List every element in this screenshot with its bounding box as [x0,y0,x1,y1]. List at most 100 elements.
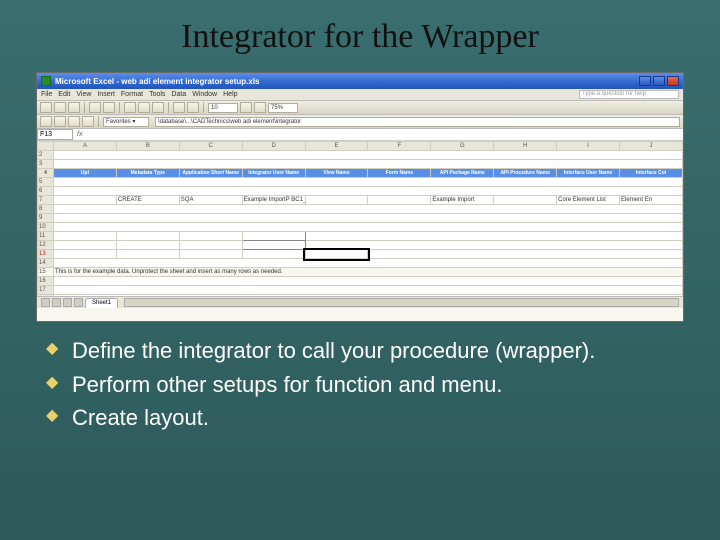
row-header[interactable]: 18 [38,295,54,297]
row-header[interactable]: 15 [38,268,54,277]
col-header[interactable]: H [494,142,557,151]
italic-icon[interactable] [254,102,266,113]
row-header[interactable]: 6 [38,187,54,196]
toolbar-separator [119,102,120,113]
hdr-upl: Upl [54,169,117,178]
col-header[interactable]: C [179,142,242,151]
cell-app[interactable]: SQA [179,196,242,205]
row-header[interactable]: 7 [38,196,54,205]
zoom-field[interactable]: 75% [268,103,298,113]
note-text: This is for the example data. Unprotect … [54,268,683,277]
col-header[interactable]: B [116,142,179,151]
maximize-button[interactable] [653,76,665,86]
slide-root: Integrator for the Wrapper Microsoft Exc… [0,0,720,540]
cell-iface-col[interactable]: Element En [620,196,683,205]
paste-icon[interactable] [152,102,164,113]
menu-data[interactable]: Data [171,91,186,98]
name-box[interactable]: F13 [37,129,73,140]
col-header[interactable]: A [54,142,117,151]
close-button[interactable] [667,76,679,86]
cell-api-pkg[interactable]: Example Import [431,196,494,205]
row-header[interactable]: 9 [38,214,54,223]
copy-icon[interactable] [138,102,150,113]
minimize-button[interactable] [639,76,651,86]
row-header[interactable]: 3 [38,160,54,169]
bullet-list: Define the integrator to call your proce… [46,336,674,433]
col-header[interactable]: J [620,142,683,151]
col-header[interactable]: D [242,142,305,151]
hdr-iface-user: Interface User Name [557,169,620,178]
row-header[interactable]: 14 [38,259,54,268]
font-size-field[interactable]: 10 [208,103,238,113]
bold-icon[interactable] [240,102,252,113]
cell-integrator[interactable]: Example ImportP BC1_ROW example PBC1_ROW… [242,196,305,205]
toolbar-separator [203,102,204,113]
col-header[interactable]: G [431,142,494,151]
next-sheet-icon[interactable] [63,298,72,307]
row-header[interactable]: 13 [38,250,54,259]
window-title-text: Microsoft Excel - web adi element integr… [55,77,260,86]
hdr-view: View Name [305,169,368,178]
fx-icon[interactable]: fx [77,131,82,138]
print-icon[interactable] [89,102,101,113]
window-titlebar[interactable]: Microsoft Excel - web adi element integr… [37,73,683,89]
formula-bar: F13 fx [37,129,683,141]
sheet-tab[interactable]: Sheet1 [85,298,118,308]
toolbar-separator [98,116,99,127]
menu-window[interactable]: Window [192,91,217,98]
menu-edit[interactable]: Edit [58,91,70,98]
menu-format[interactable]: Format [121,91,143,98]
help-search-input[interactable]: Type a question for help [579,90,679,99]
menu-insert[interactable]: Insert [97,91,115,98]
row-header[interactable]: 11 [38,232,54,241]
row-header[interactable]: 8 [38,205,54,214]
active-cell[interactable] [305,250,368,259]
hdr-api-pkg: API Package Name [431,169,494,178]
menu-view[interactable]: View [76,91,91,98]
hdr-iface-col: Interface Col [620,169,683,178]
slide-title: Integrator for the Wrapper [0,18,720,56]
first-sheet-icon[interactable] [41,298,50,307]
row-header[interactable]: 2 [38,151,54,160]
hdr-app-short: Application Short Name [179,169,242,178]
col-header[interactable]: I [557,142,620,151]
spreadsheet-grid[interactable]: A B C D E F G H I J 2 3 4 Upl Metadata T… [37,141,683,296]
tool-icon[interactable] [68,116,80,127]
row-header[interactable]: 12 [38,241,54,250]
data-row: 7 CREATE SQA Example ImportP BC1_ROW exa… [38,196,683,205]
col-header[interactable]: F [368,142,431,151]
excel-icon [41,76,51,86]
cell-iface-user[interactable]: Core Element List [557,196,620,205]
select-all-corner[interactable] [38,142,54,151]
table-header-row: 4 Upl Metadata Type Application Short Na… [38,169,683,178]
menu-help[interactable]: Help [223,91,237,98]
preview-icon[interactable] [103,102,115,113]
row-header[interactable]: 17 [38,286,54,295]
open-icon[interactable] [54,102,66,113]
cell-metadata[interactable]: CREATE [116,196,179,205]
horizontal-scrollbar[interactable] [124,298,679,307]
undo-icon[interactable] [173,102,185,113]
prev-sheet-icon[interactable] [52,298,61,307]
col-header[interactable]: E [305,142,368,151]
tool-icon[interactable] [40,116,52,127]
cut-icon[interactable] [124,102,136,113]
excel-screenshot: Microsoft Excel - web adi element integr… [36,72,684,322]
save-icon[interactable] [68,102,80,113]
last-sheet-icon[interactable] [74,298,83,307]
bullet-item: Define the integrator to call your proce… [46,336,674,366]
tool-icon[interactable] [82,116,94,127]
row-header[interactable]: 5 [38,178,54,187]
hdr-api-proc: API Procedure Name [494,169,557,178]
favorites-label[interactable]: Favorites ▾ [103,117,149,127]
row-header[interactable]: 16 [38,277,54,286]
standard-toolbar: 10 75% [37,101,683,115]
path-field[interactable]: \database\...\CADTechnics\web adi elemen… [155,117,680,127]
new-icon[interactable] [40,102,52,113]
menu-tools[interactable]: Tools [149,91,165,98]
tool-icon[interactable] [54,116,66,127]
redo-icon[interactable] [187,102,199,113]
menu-file[interactable]: File [41,91,52,98]
row-header[interactable]: 10 [38,223,54,232]
row-header[interactable]: 4 [38,169,54,178]
